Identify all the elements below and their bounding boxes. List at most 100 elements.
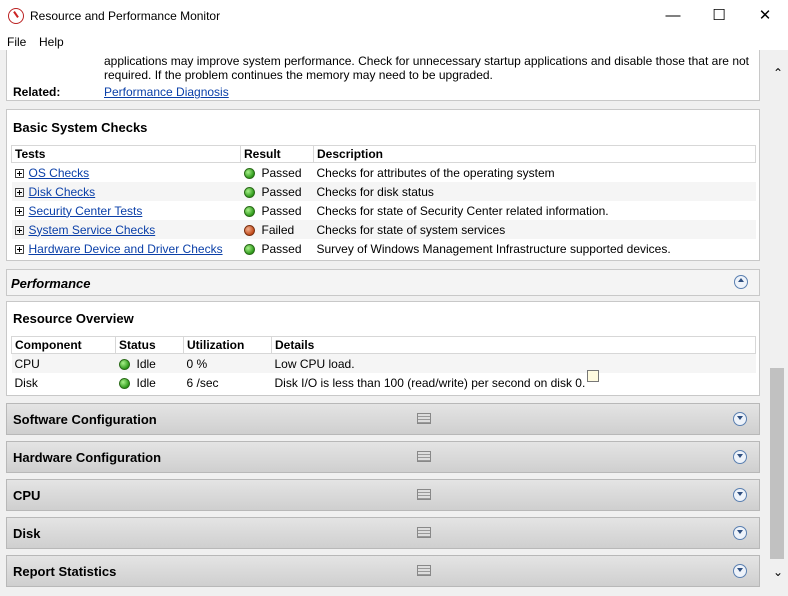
test-cell: Hardware Device and Driver Checks [12, 239, 241, 258]
test-link[interactable]: Disk Checks [29, 185, 96, 199]
expand-plus-icon[interactable] [14, 225, 24, 235]
test-cell: Security Center Tests [12, 201, 241, 220]
scroll-up-arrow-icon[interactable]: ⌃ [768, 66, 788, 80]
result-cell: Failed [240, 220, 314, 239]
maximize-button[interactable]: ☐ [696, 0, 742, 32]
expand-chevron-icon[interactable] [733, 450, 747, 464]
menu-bar [0, 32, 788, 50]
resource-overview-table: Component Status Utilization Details CPU… [11, 336, 756, 392]
table-row: CPU Idle 0 % Low CPU load. [11, 353, 756, 373]
status-cell: Idle [116, 373, 184, 392]
expand-chevron-icon[interactable] [733, 488, 747, 502]
table-view-icon[interactable] [417, 527, 431, 538]
details-text: Low CPU load. [274, 356, 355, 371]
table-row: OS Checks Passed Checks for attributes of … [12, 163, 756, 183]
expand-chevron-icon[interactable] [733, 564, 747, 578]
description-cell: Checks for state of Security Center rela… [316, 203, 609, 218]
test-link[interactable]: Hardware Device and Driver Checks [29, 242, 223, 256]
details-cell: Low CPU load. [271, 353, 756, 373]
column-header-status[interactable]: Status [115, 336, 184, 354]
result-cell: Passed [241, 163, 314, 183]
test-link[interactable]: System Service Checks [29, 223, 156, 237]
description-cell: Checks for state of system services [313, 220, 756, 239]
result-text: Passed [261, 165, 302, 180]
section-header-report-statistics[interactable]: Report Statistics [6, 555, 760, 587]
failed-status-icon [243, 224, 255, 236]
passed-status-icon [243, 205, 255, 217]
expand-plus-icon[interactable] [14, 244, 24, 254]
menu-file[interactable]: File [7, 35, 26, 49]
column-header-tests[interactable]: Tests [11, 145, 241, 163]
scroll-down-arrow-icon[interactable]: ⌄ [768, 565, 788, 579]
section-title: Hardware Configuration [13, 450, 162, 465]
expand-plus-icon[interactable] [14, 206, 24, 216]
description-cell: Checks for attributes of the operating s… [316, 165, 555, 180]
table-row: Hardware Device and Driver Checks Passed S… [12, 239, 756, 258]
resource-overview-title: Resource Overview [13, 311, 134, 326]
expand-chevron-icon[interactable] [733, 412, 747, 426]
edit-note-icon[interactable] [587, 370, 600, 382]
section-header-software-configuration[interactable]: Software Configuration [6, 403, 760, 435]
result-text: Passed [261, 241, 302, 256]
table-view-icon[interactable] [417, 413, 431, 424]
utilization-cell: 0 % [183, 353, 272, 373]
section-header-hardware-configuration[interactable]: Hardware Configuration [6, 441, 760, 473]
test-link[interactable]: Security Center Tests [29, 204, 143, 218]
result-text: Failed [261, 222, 295, 237]
table-row: Disk Checks Passed Checks for disk status [11, 182, 756, 201]
expand-plus-icon[interactable] [14, 187, 24, 197]
column-header-result[interactable]: Result [240, 145, 314, 163]
report-content: applications may improve system performa… [0, 50, 768, 596]
section-title: Disk [13, 526, 41, 541]
description-cell: Survey of Windows Management Infrastruct… [316, 241, 671, 256]
performance-diagnosis-link[interactable]: Performance Diagnosis [104, 85, 229, 99]
column-header-utilization[interactable]: Utilization [183, 336, 272, 354]
passed-status-icon [243, 167, 255, 179]
section-header-disk[interactable]: Disk [6, 517, 760, 549]
basic-system-checks-title: Basic System Checks [13, 120, 148, 135]
symptom-text-line-1: applications may improve system performa… [104, 54, 749, 68]
symptom-panel: applications may improve system performa… [6, 50, 760, 101]
test-link[interactable]: OS Checks [29, 166, 90, 180]
window-title: Resource and Performance Monitor [30, 9, 221, 23]
menu-help[interactable]: Help [39, 35, 64, 49]
basic-system-checks-panel: Basic System Checks Tests Result Descrip… [6, 109, 760, 261]
table-view-icon[interactable] [417, 489, 431, 500]
result-cell: Passed [240, 182, 314, 201]
passed-status-icon [243, 186, 255, 198]
section-title: CPU [13, 488, 41, 503]
result-cell: Passed [241, 201, 314, 220]
minimize-button[interactable]: — [650, 0, 696, 32]
performance-title: Performance [11, 276, 91, 291]
collapse-chevron-icon[interactable] [734, 275, 748, 289]
test-cell: System Service Checks [11, 220, 241, 239]
utilization-cell: 6 /sec [186, 375, 219, 390]
table-view-icon[interactable] [417, 565, 431, 576]
table-view-icon[interactable] [417, 451, 431, 462]
expand-plus-icon[interactable] [14, 168, 24, 178]
resource-monitor-app-icon [8, 8, 24, 24]
details-text: Disk I/O is less than 100 (read/write) p… [274, 376, 586, 390]
basic-checks-table: Tests Result Description OS Checks Passed… [11, 145, 756, 258]
result-text: Passed [261, 203, 302, 218]
component-cell: Disk [14, 375, 38, 390]
status-text: Idle [136, 356, 156, 371]
scroll-thumb[interactable] [770, 368, 784, 559]
column-header-details[interactable]: Details [271, 336, 756, 354]
result-text: Passed [261, 184, 302, 199]
table-row: Security Center Tests Passed Checks for st… [12, 201, 756, 220]
idle-status-icon [118, 358, 130, 370]
column-header-description[interactable]: Description [313, 145, 756, 163]
performance-section-header[interactable]: Performance [6, 269, 760, 296]
column-header-component[interactable]: Component [11, 336, 116, 354]
close-button[interactable]: ✕ [742, 0, 788, 32]
status-text: Idle [136, 375, 156, 390]
symptom-text-line-2: required. If the problem continues the m… [104, 68, 493, 82]
table-row: System Service Checks Failed Checks for st… [11, 220, 756, 239]
section-title: Software Configuration [13, 412, 157, 427]
test-cell: Disk Checks [11, 182, 241, 201]
passed-status-icon [243, 243, 255, 255]
component-cell: CPU [11, 353, 116, 373]
section-header-cpu[interactable]: CPU [6, 479, 760, 511]
expand-chevron-icon[interactable] [733, 526, 747, 540]
